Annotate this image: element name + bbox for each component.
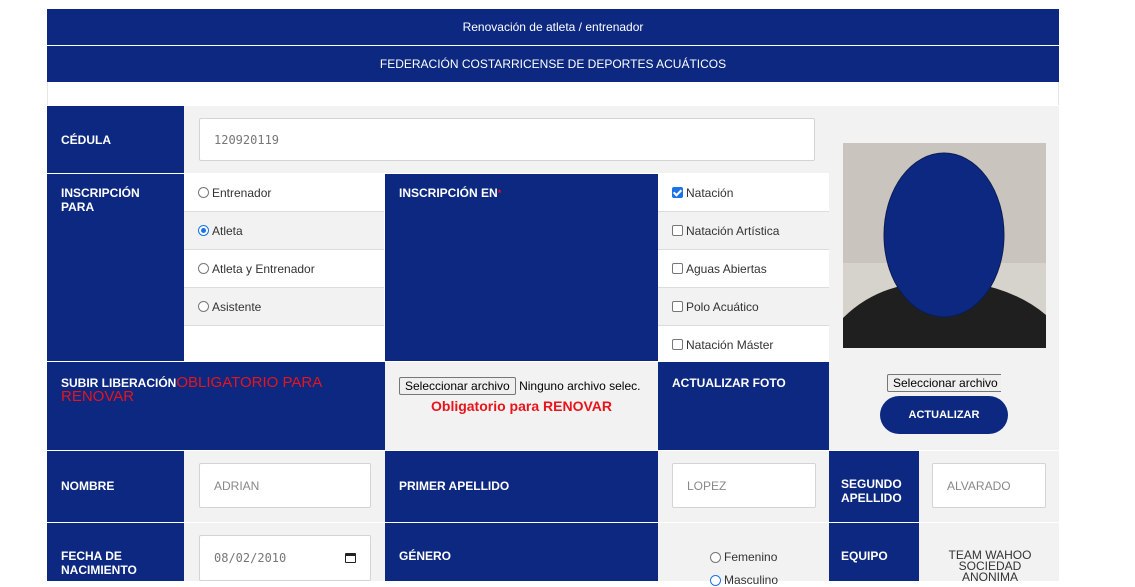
fecha-value: 08/02/2010 [214, 551, 287, 565]
option-asistente-label: Asistente [212, 299, 262, 314]
liberacion-file-status: Ninguno archivo selec. [519, 379, 641, 393]
liberacion-file-picker: Seleccionar archivo Ninguno archivo sele… [399, 377, 640, 395]
form-title-bar: Renovación de atleta / entrenador [47, 9, 1059, 45]
cedula-label: CÉDULA [47, 106, 184, 173]
checkbox-artistica[interactable] [672, 225, 683, 236]
option-atleta[interactable]: Atleta [184, 212, 384, 250]
option-femenino[interactable]: Femenino [710, 550, 777, 564]
option-femenino-label: Femenino [724, 550, 778, 564]
fecha-input[interactable]: 08/02/2010 [199, 535, 371, 581]
check-aguas-row[interactable]: Aguas Abiertas [658, 250, 829, 288]
foto-file-picker: Seleccionar archivo [887, 374, 1001, 392]
option-atleta-entrenador-label: Atleta y Entrenador [212, 261, 315, 276]
radio-asistente[interactable] [198, 301, 209, 312]
federation-bar: FEDERACIÓN COSTARRICENSE DE DEPORTES ACU… [47, 46, 1059, 82]
primer-apellido-label: PRIMER APELLIDO [385, 451, 658, 522]
required-asterisk: * [497, 188, 502, 198]
inscripcion-en-options: Natación Natación Artística Aguas Abiert… [658, 174, 829, 363]
option-entrenador-label: Entrenador [212, 185, 272, 200]
primer-apellido-input[interactable]: LOPEZ [672, 463, 816, 508]
radio-femenino[interactable] [710, 551, 721, 563]
inscripcion-para-label: INSCRIPCIÓN PARA [47, 174, 184, 361]
nombre-label: NOMBRE [47, 451, 184, 522]
radio-entrenador[interactable] [198, 187, 209, 198]
profile-photo [843, 143, 1046, 348]
cedula-input[interactable]: 120920119 [199, 118, 815, 161]
check-natacion-label: Natación [686, 185, 734, 200]
option-masculino[interactable]: Masculino [710, 573, 778, 587]
liberacion-upload-cell: Seleccionar archivo Ninguno archivo sele… [385, 362, 658, 450]
inscripcion-en-text: INSCRIPCIÓN EN [399, 186, 498, 200]
equipo-label: EQUIPO [829, 523, 919, 581]
actualizar-button[interactable]: ACTUALIZAR [880, 396, 1008, 434]
radio-atleta-entrenador[interactable] [198, 263, 209, 274]
segundo-apellido-input[interactable]: ALVARADO [932, 463, 1046, 508]
foto-file-button[interactable]: Seleccionar archivo [887, 374, 1001, 392]
liberacion-note: Obligatorio para RENOVAR [431, 398, 612, 414]
inscripcion-para-options: Entrenador Atleta Atleta y Entrenador As… [184, 174, 384, 361]
radio-masculino[interactable] [710, 574, 721, 586]
genero-label: GÉNERO [385, 523, 658, 581]
check-artistica-label: Natación Artística [686, 223, 780, 238]
checkbox-natacion[interactable] [672, 187, 683, 198]
check-aguas-label: Aguas Abiertas [686, 261, 767, 276]
check-polo-row[interactable]: Polo Acuático [658, 288, 829, 326]
equipo-cell: TEAM WAHOO SOCIEDAD ANONIMA [919, 523, 1059, 581]
checkbox-master[interactable] [672, 339, 683, 350]
liberacion-label: SUBIR LIBERACIÓNOBLIGATORIO PARA RENOVAR [47, 362, 385, 450]
check-artistica-row[interactable]: Natación Artística [658, 212, 829, 250]
checkbox-polo[interactable] [672, 301, 683, 312]
inscripcion-en-label: INSCRIPCIÓN EN* [385, 174, 658, 361]
segundo-apellido-label: SEGUNDO APELLIDO [829, 451, 919, 522]
option-atleta-entrenador[interactable]: Atleta y Entrenador [184, 250, 384, 288]
genero-cell: Femenino Masculino [658, 523, 829, 587]
form-title: Renovación de atleta / entrenador [462, 20, 644, 34]
checkbox-aguas-abiertas[interactable] [672, 263, 683, 274]
check-natacion-row[interactable]: Natación [658, 174, 829, 212]
option-asistente[interactable]: Asistente [184, 288, 384, 326]
check-polo-label: Polo Acuático [686, 299, 759, 314]
radio-atleta[interactable] [198, 225, 209, 236]
federation-name: FEDERACIÓN COSTARRICENSE DE DEPORTES ACU… [379, 57, 727, 71]
calendar-icon[interactable] [345, 553, 356, 563]
option-atleta-label: Atleta [212, 223, 243, 238]
check-master-row[interactable]: Natación Máster [658, 326, 829, 363]
nombre-input[interactable]: ADRIAN [199, 463, 371, 508]
check-master-label: Natación Máster [686, 337, 774, 352]
liberacion-file-button[interactable]: Seleccionar archivo [399, 377, 516, 395]
option-entrenador[interactable]: Entrenador [184, 174, 384, 212]
spacer-row [47, 82, 1059, 105]
foto-upload-cell: Seleccionar archivo ACTUALIZAR [829, 362, 1059, 450]
fecha-nacimiento-label: FECHA DE NACIMIENTO [47, 523, 184, 581]
equipo-value: TEAM WAHOO SOCIEDAD ANONIMA [948, 548, 1032, 581]
actualizar-foto-label: ACTUALIZAR FOTO [658, 362, 829, 450]
option-masculino-label: Masculino [724, 573, 779, 587]
